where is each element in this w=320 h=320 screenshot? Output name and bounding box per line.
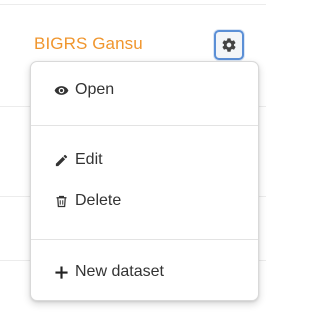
page: BIGRS Gansu Open Edit Delete New dataset bbox=[0, 0, 266, 320]
settings-button[interactable] bbox=[214, 30, 244, 60]
menu-item-label: New dataset bbox=[75, 263, 164, 280]
menu-item-label: Delete bbox=[75, 192, 122, 209]
table-row-divider bbox=[0, 4, 266, 5]
menu-item-edit[interactable]: Edit bbox=[31, 143, 258, 177]
dataset-title-link[interactable]: BIGRS Gansu bbox=[34, 34, 143, 54]
dataset-actions-menu: Open Edit Delete New dataset bbox=[30, 61, 259, 301]
plus-icon bbox=[53, 264, 69, 280]
menu-item-label: Open bbox=[75, 81, 115, 98]
eye-icon bbox=[53, 82, 69, 98]
menu-item-delete[interactable]: Delete bbox=[31, 184, 258, 218]
pencil-icon bbox=[53, 152, 69, 168]
menu-item-open[interactable]: Open bbox=[31, 73, 258, 107]
menu-item-label: Edit bbox=[75, 151, 103, 168]
trash-icon bbox=[53, 193, 69, 209]
gear-icon bbox=[221, 37, 237, 53]
menu-item-new-dataset[interactable]: New dataset bbox=[31, 255, 258, 289]
menu-divider bbox=[31, 239, 258, 240]
menu-divider bbox=[31, 125, 258, 126]
